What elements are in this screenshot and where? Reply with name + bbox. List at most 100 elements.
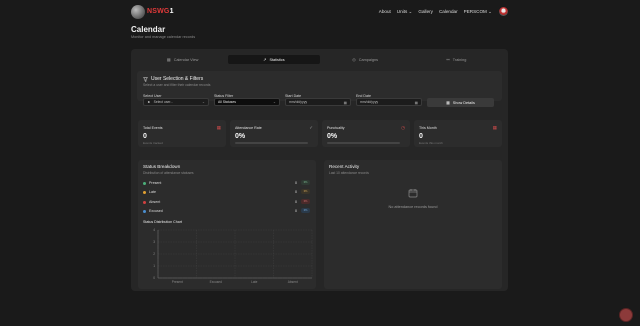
y-tick-label: 3 bbox=[153, 240, 155, 244]
end-date-value: mm/dd/yyyy bbox=[360, 100, 379, 104]
status-count: 0 bbox=[295, 209, 297, 213]
tab-statistics[interactable]: ↗ Statistics bbox=[228, 55, 320, 64]
activity-title: Recent Activity bbox=[329, 164, 360, 169]
stat-desc: Events this month bbox=[419, 141, 443, 145]
check-circle-icon: ✓ bbox=[309, 125, 313, 130]
training-icon: ⚯ bbox=[446, 57, 450, 62]
stat-value: 0% bbox=[327, 133, 338, 140]
stat-card-this-month: This Month ▦ 0 Events this month bbox=[414, 120, 502, 147]
x-tick-label: Absent bbox=[288, 280, 298, 284]
page-subtitle: Monitor and manage calendar records bbox=[131, 35, 196, 39]
stat-value: 0 bbox=[143, 133, 147, 140]
breakdown-title: Status Breakdown bbox=[143, 164, 181, 169]
status-filter-select[interactable]: All Statuses ⌄ bbox=[214, 98, 280, 106]
select-user-dropdown[interactable]: ☻ Select user... ⌄ bbox=[143, 98, 209, 106]
breakdown-subtitle: Distribution of attendance statuses bbox=[143, 171, 194, 175]
y-tick-label: 1 bbox=[153, 264, 155, 268]
nav-link-units[interactable]: Units ⌄ bbox=[397, 9, 413, 15]
logo-icon[interactable] bbox=[131, 5, 145, 19]
y-tick-label: 4 bbox=[153, 228, 155, 232]
status-name: Present bbox=[149, 181, 162, 185]
x-tick-label: Late bbox=[251, 280, 257, 284]
tab-training[interactable]: ⚯ Training bbox=[411, 55, 502, 64]
chevron-down-icon: ⌄ bbox=[272, 100, 276, 104]
punctuality-progress-bar bbox=[327, 142, 400, 144]
status-name: Excused bbox=[149, 209, 163, 213]
status-dot-icon bbox=[143, 191, 146, 194]
brand-white: 1 bbox=[169, 8, 174, 15]
calendar-x-icon: ▦ bbox=[216, 125, 221, 130]
stat-card-attendance-rate: Attendance Rate ✓ 0% bbox=[230, 120, 318, 147]
filters-title-text: User Selection & Filters bbox=[151, 76, 204, 82]
filters-subtitle: Select a user and filter their calendar … bbox=[143, 83, 211, 87]
attendance-progress-bar bbox=[235, 142, 308, 144]
status-name: Late bbox=[149, 190, 156, 194]
nav-link-perscom-label: PERSCOM bbox=[463, 9, 487, 14]
tab-calendar-view[interactable]: ▦ Calendar View bbox=[137, 55, 228, 64]
status-dot-icon bbox=[143, 182, 146, 185]
stat-value: 0 bbox=[419, 133, 423, 140]
status-pct-badge: 0% bbox=[301, 189, 310, 194]
stat-value: 0% bbox=[235, 133, 246, 140]
tab-bar: ▦ Calendar View ↗ Statistics ◎ Campaigns… bbox=[137, 55, 502, 64]
filters-card: User Selection & Filters Select a user a… bbox=[137, 71, 502, 101]
chevron-down-icon: ⌄ bbox=[488, 9, 492, 14]
calendar-icon[interactable]: ▦ bbox=[415, 101, 418, 105]
status-row-absent: Absent 0 0% bbox=[143, 199, 311, 206]
empty-state-text: No attendance records found bbox=[388, 205, 438, 209]
top-navbar: NSWG1 About Units ⌄ Gallery Calendar PER… bbox=[0, 0, 640, 22]
tab-label: Training bbox=[452, 57, 467, 62]
calendar-icon: ▦ bbox=[166, 57, 171, 62]
avatar[interactable] bbox=[499, 7, 508, 16]
recent-activity-card: Recent Activity Last 10 attendance recor… bbox=[324, 160, 502, 289]
nav-link-units-label: Units bbox=[396, 9, 408, 14]
x-tick-label: Excused bbox=[210, 280, 222, 284]
status-row-present: Present 0 0% bbox=[143, 180, 311, 187]
select-user-value: Select user... bbox=[153, 100, 174, 104]
chevron-down-icon: ⌄ bbox=[408, 9, 413, 14]
nav-link-perscom[interactable]: PERSCOM ⌄ bbox=[464, 9, 492, 15]
status-count: 0 bbox=[295, 181, 297, 185]
filters-title: User Selection & Filters bbox=[143, 76, 203, 82]
status-row-excused: Excused 0 0% bbox=[143, 208, 311, 215]
start-date-value: mm/dd/yyyy bbox=[289, 100, 308, 104]
y-tick-label: 2 bbox=[153, 252, 155, 256]
tab-label: Campaigns bbox=[358, 57, 378, 62]
filter-icon bbox=[143, 76, 148, 82]
status-pct-badge: 0% bbox=[301, 199, 310, 204]
tab-campaigns[interactable]: ◎ Campaigns bbox=[320, 55, 411, 64]
stat-label: This Month bbox=[419, 126, 437, 130]
status-filter-value: All Statuses bbox=[218, 100, 236, 104]
stat-desc: Events tracked bbox=[143, 141, 163, 145]
start-date-input[interactable]: mm/dd/yyyy ▦ bbox=[285, 98, 351, 106]
nav-link-about[interactable]: About bbox=[379, 9, 391, 15]
status-breakdown-card: Status Breakdown Distribution of attenda… bbox=[138, 160, 316, 289]
stat-label: Attendance Rate bbox=[235, 126, 262, 130]
stat-label: Total Events bbox=[143, 126, 163, 130]
tab-label: Calendar View bbox=[173, 57, 199, 62]
calendar-x-icon: ▦ bbox=[492, 125, 497, 130]
status-count: 0 bbox=[295, 190, 297, 194]
tab-label: Statistics bbox=[269, 57, 285, 62]
status-pct-badge: 0% bbox=[301, 180, 310, 185]
user-icon: ☻ bbox=[147, 100, 151, 104]
calendar-icon: ▦ bbox=[446, 101, 450, 105]
status-dot-icon bbox=[143, 210, 146, 213]
show-details-button[interactable]: ▦ Show Details bbox=[427, 98, 494, 107]
stat-label: Punctuality bbox=[327, 126, 345, 130]
status-pct-badge: 0% bbox=[301, 208, 310, 213]
status-count: 0 bbox=[295, 200, 297, 204]
calendar-icon[interactable]: ▦ bbox=[344, 101, 347, 105]
page-title: Calendar bbox=[131, 25, 166, 34]
end-date-input[interactable]: mm/dd/yyyy ▦ bbox=[356, 98, 422, 106]
nav-link-gallery[interactable]: Gallery bbox=[418, 9, 433, 15]
nav-link-calendar[interactable]: Calendar bbox=[439, 9, 458, 15]
chat-button[interactable] bbox=[620, 309, 632, 321]
chart-icon: ↗ bbox=[263, 57, 267, 62]
clock-icon: ◷ bbox=[401, 125, 405, 130]
nav-links: About Units ⌄ Gallery Calendar PERSCOM ⌄ bbox=[379, 9, 492, 15]
chevron-down-icon: ⌄ bbox=[201, 100, 205, 104]
show-details-label: Show Details bbox=[452, 100, 475, 105]
brand-name[interactable]: NSWG1 bbox=[147, 8, 174, 15]
status-name: Absent bbox=[149, 200, 161, 204]
